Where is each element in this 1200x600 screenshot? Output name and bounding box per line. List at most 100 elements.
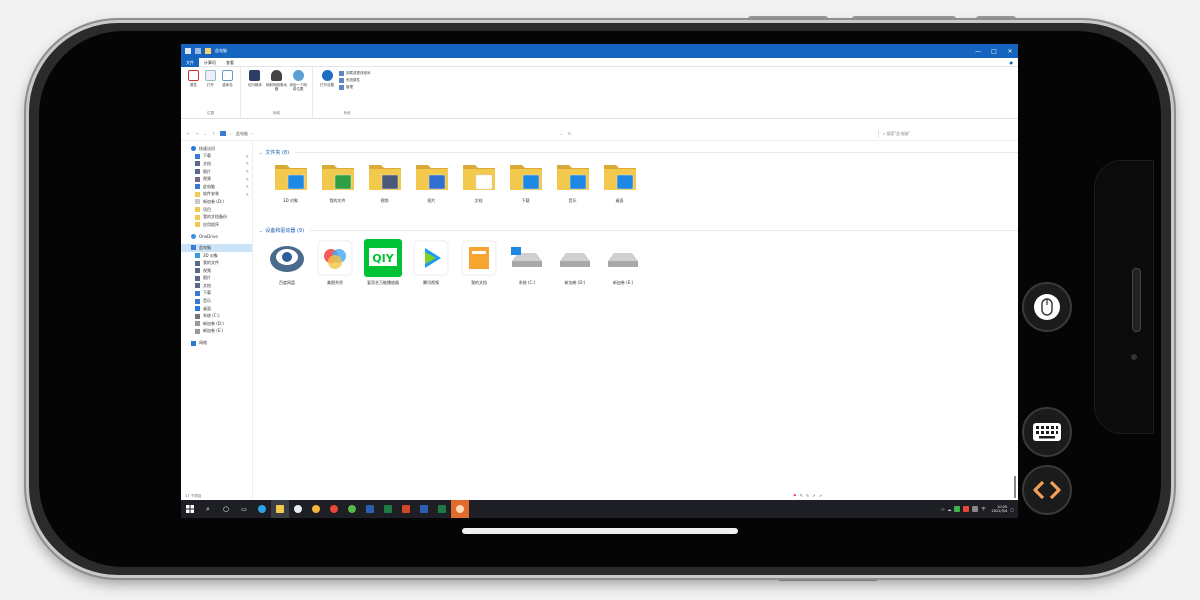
folder-item-documents[interactable]: 文档 (455, 157, 502, 219)
breadcrumb-dropdown-icon[interactable]: › (251, 131, 253, 136)
nav-item[interactable]: 下载 (181, 290, 252, 298)
nav-item[interactable]: 音乐 (181, 297, 252, 305)
maximize-button[interactable]: □ (986, 48, 1002, 55)
notification-icon[interactable]: ▢ (1010, 507, 1014, 512)
pin-icon[interactable]: ✎ (246, 192, 249, 197)
nav-item[interactable]: 图片 (181, 275, 252, 283)
folder-item-pictures[interactable]: 图片 (408, 157, 455, 219)
taskbar-explorer[interactable] (271, 500, 289, 518)
nav-item[interactable]: 视频 (181, 267, 252, 275)
pin-icon[interactable]: ✎ (246, 177, 249, 182)
nav-item[interactable]: 项目 (181, 206, 252, 214)
code-toggle-button[interactable] (1022, 465, 1072, 515)
start-button[interactable] (181, 500, 199, 518)
nav-item[interactable]: 下载 ✎ (181, 153, 252, 161)
arrow-icon[interactable]: ➚ (819, 492, 822, 500)
pen-icon[interactable]: ✎ (800, 492, 803, 500)
device-item-tencent-video[interactable]: 腾讯视频 (407, 239, 455, 285)
nav-item[interactable]: 应用程序 (181, 221, 252, 229)
taskbar-powerpoint[interactable] (397, 500, 415, 518)
folder-item-videos[interactable]: 视频 (361, 157, 408, 219)
open-button[interactable]: 打开 (202, 70, 219, 87)
pin-icon[interactable]: ✎ (246, 184, 249, 189)
refresh-icon[interactable]: ↻ (568, 131, 571, 136)
nav-onedrive[interactable]: OneDrive (181, 233, 252, 241)
keyboard-button[interactable] (1022, 407, 1072, 457)
add-network-location-button[interactable]: 添加一个网络位置 (288, 70, 308, 91)
map-drive-button[interactable]: 映射网络驱动器 (265, 70, 288, 91)
tab-view[interactable]: 查看 (221, 58, 239, 67)
up-arrow-icon[interactable]: ↑ (212, 131, 215, 136)
arrow-icon[interactable]: ➚ (812, 492, 815, 500)
pin-icon[interactable]: ✎ (246, 169, 249, 174)
minimize-button[interactable]: — (970, 48, 986, 55)
remote-desktop-screen[interactable]: 此电脑 — □ ✕ 文件 计算机 查看 ● 属性 打开 重命名 位置 访问媒体 … (181, 44, 1018, 518)
nav-item[interactable]: 视频 ✎ (181, 175, 252, 183)
tab-computer[interactable]: 计算机 (199, 58, 221, 67)
tray-app-icon[interactable] (954, 506, 961, 512)
taskbar-word[interactable] (361, 500, 379, 518)
nav-item[interactable]: 新加卷 (E:) (181, 328, 252, 336)
search-taskbar-button[interactable]: ⌕ (199, 500, 217, 518)
device-item-iqiyi[interactable]: QIY 爱奇艺万能播放器 (359, 239, 407, 285)
system-properties-button[interactable]: 系统属性 (339, 77, 371, 84)
device-item-meitu[interactable]: 美图秀秀 (311, 239, 359, 285)
taskbar-excel[interactable] (379, 500, 397, 518)
recent-chevron-icon[interactable]: ⌄ (204, 131, 207, 136)
devices-section-header[interactable]: ⌄ 设备和驱动器 (9) (259, 225, 1018, 235)
nav-item[interactable]: 文档 ✎ (181, 160, 252, 168)
access-media-button[interactable]: 访问媒体 (245, 70, 265, 87)
help-icon[interactable]: ● (1005, 58, 1019, 67)
device-item-drive-e[interactable]: 新加卷 (E:) (599, 239, 647, 285)
home-indicator[interactable] (462, 528, 738, 534)
nav-this-pc[interactable]: 此电脑 (181, 244, 252, 252)
uninstall-program-button[interactable]: 卸载或更改程序 (339, 70, 371, 77)
tray-app-icon[interactable] (963, 506, 970, 512)
nav-item[interactable]: 文档 (181, 282, 252, 290)
pin-icon[interactable]: ✎ (246, 161, 249, 166)
taskbar-word-2[interactable] (415, 500, 433, 518)
pin-icon[interactable]: ✎ (246, 154, 249, 159)
search-input[interactable]: ⌕ 搜索"此电脑" (878, 129, 1018, 138)
battery-icon[interactable] (972, 506, 979, 512)
folder-item-music[interactable]: 音乐 (549, 157, 596, 219)
back-arrow-icon[interactable]: ← (187, 131, 190, 136)
tray-lang[interactable]: 中 (981, 506, 985, 512)
device-item-baidu-netdisk[interactable]: 百度网盘 (263, 239, 311, 285)
taskbar-chrome[interactable] (325, 500, 343, 518)
taskbar-app-3[interactable] (343, 500, 361, 518)
nav-item[interactable]: 我的文件 (181, 259, 252, 267)
cloud-icon[interactable]: ☁ (947, 507, 951, 512)
taskbar-app-2[interactable] (307, 500, 325, 518)
open-settings-button[interactable]: 打开设置 (317, 70, 337, 87)
address-dropdown-icon[interactable]: ⌄ (559, 131, 562, 136)
nav-item[interactable]: 系统 (C:) (181, 312, 252, 320)
folder-item-3d-objects[interactable]: 3D 对象 (267, 157, 314, 219)
cortana-button[interactable]: ○ (217, 500, 235, 518)
nav-network[interactable]: 网络 (181, 339, 252, 347)
taskbar-edge[interactable] (253, 500, 271, 518)
rename-button[interactable]: 重命名 (219, 70, 236, 87)
device-item-drive-d[interactable]: 新加卷 (D:) (551, 239, 599, 285)
nav-item[interactable]: 3D 对象 (181, 252, 252, 260)
device-item-drive-c[interactable]: 系统 (C:) (503, 239, 551, 285)
folder-item-my-files[interactable]: 我的文件 (314, 157, 361, 219)
nav-item[interactable]: 桌面 (181, 305, 252, 313)
taskbar-remote-app[interactable] (451, 500, 469, 518)
taskbar-excel-2[interactable] (433, 500, 451, 518)
tab-file[interactable]: 文件 (181, 57, 199, 67)
device-item-my-documents[interactable]: 我的文档 (455, 239, 503, 285)
clock[interactable]: 10:25 2021/3/4 (991, 505, 1007, 513)
manage-button[interactable]: 管理 (339, 84, 371, 91)
nav-item[interactable]: 新加卷 (D:) (181, 320, 252, 328)
close-button[interactable]: ✕ (1002, 48, 1018, 55)
folder-item-desktop[interactable]: 桌面 (596, 157, 643, 219)
people-icon[interactable]: ⚇ (941, 507, 945, 512)
breadcrumb-path[interactable]: 此电脑 (236, 131, 248, 137)
quick-access-toolbar-icon[interactable] (195, 48, 201, 54)
nav-item[interactable]: 新加卷 (D:) (181, 198, 252, 206)
nav-item[interactable]: 软件安装 ✎ (181, 191, 252, 199)
forward-arrow-icon[interactable]: → (195, 131, 198, 136)
properties-button[interactable]: 属性 (185, 70, 202, 87)
pen-icon[interactable]: ✎ (806, 492, 809, 500)
